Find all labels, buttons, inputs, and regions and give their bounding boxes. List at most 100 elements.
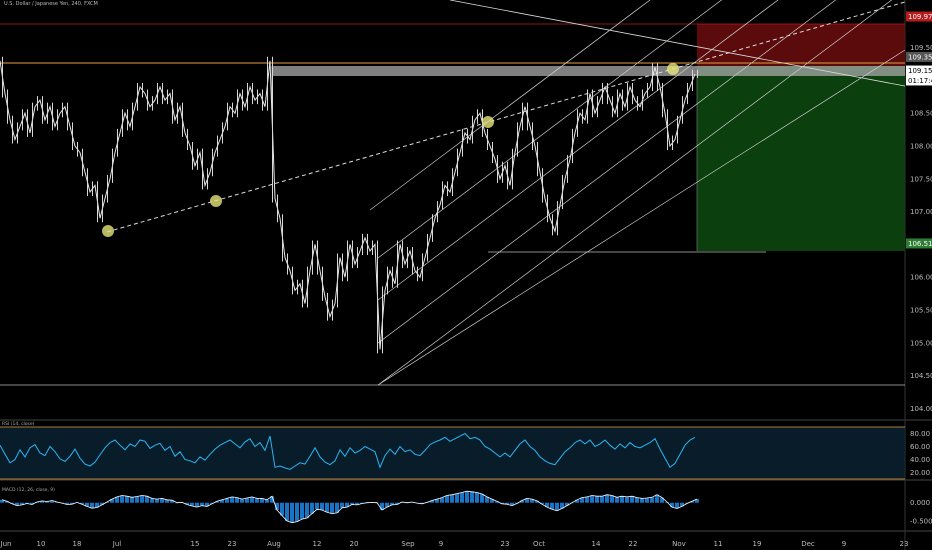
time-tick-label: 9 — [439, 540, 443, 548]
macd-bar — [140, 495, 144, 503]
macd-bar — [155, 499, 159, 503]
macd-tick-label: 0.000 — [910, 499, 930, 507]
price-tick-label: 108.000 — [910, 143, 932, 151]
chart-canvas[interactable]: 109.500109.000108.500108.000107.500107.0… — [0, 0, 932, 550]
macd-bar — [300, 502, 304, 520]
time-tick-label: 23 — [900, 540, 909, 548]
macd-bar — [305, 502, 309, 518]
rsi-tick-label: 40.00 — [910, 456, 930, 464]
macd-bar — [635, 497, 639, 503]
time-tick-label: Sep — [401, 540, 415, 548]
time-tick-label: Jun — [0, 540, 11, 548]
macd-bar — [480, 494, 484, 503]
stop-loss-zone[interactable] — [697, 24, 905, 66]
price-tag-label: 109.151 — [908, 67, 932, 75]
macd-line — [1, 490, 698, 524]
macd-bar — [620, 496, 624, 503]
swing-low-marker[interactable] — [210, 195, 222, 207]
macd-bar — [605, 494, 609, 503]
time-tick-label: 22 — [629, 540, 638, 548]
macd-bar — [130, 497, 134, 503]
time-tick-label: 12 — [313, 540, 322, 548]
resistance-zone[interactable] — [272, 66, 905, 76]
macd-bar — [120, 495, 124, 503]
time-tick-label: Aug — [267, 540, 281, 548]
time-tick-label: Oct — [533, 540, 545, 548]
price-tick-label: 104.000 — [910, 405, 932, 413]
macd-bar — [340, 502, 344, 508]
rsi-tick-label: 20.00 — [910, 469, 930, 477]
macd-bar — [600, 496, 604, 503]
macd-bar — [230, 496, 234, 503]
macd-bar — [285, 502, 289, 521]
price-tag-label: 109.358 — [908, 53, 932, 61]
macd-axis: 0.000 -0.500 — [910, 499, 932, 525]
macd-bar — [330, 502, 334, 514]
price-tag-label: 109.974 — [908, 13, 932, 21]
macd-bar — [150, 498, 154, 503]
macd-bar — [450, 494, 454, 503]
time-tick-label: 10 — [37, 540, 46, 548]
time-tick-label: 23 — [228, 540, 237, 548]
price-tick-label: 105.000 — [910, 339, 932, 347]
time-tick-label: 18 — [73, 540, 82, 548]
macd-bar — [315, 502, 319, 510]
time-tick-label: 23 — [501, 540, 510, 548]
price-tick-label: 105.500 — [910, 307, 932, 315]
swing-high-marker[interactable] — [667, 63, 679, 75]
price-axis[interactable]: 109.500109.000108.500108.000107.500107.0… — [910, 44, 932, 413]
time-tick-label: 9 — [842, 540, 846, 548]
rsi-title: RSI (14, close) — [2, 421, 35, 427]
price-tick-label: 108.500 — [910, 110, 932, 118]
price-tick-label: 107.500 — [910, 175, 932, 183]
time-tick-label: 20 — [350, 540, 359, 548]
time-axis[interactable]: Jun 10 18 Jul 15 23 Aug 12 20 Sep 9 23 Oct 14 22 Nov 11 1… — [0, 540, 908, 548]
price-tag-label: 106.515 — [908, 240, 932, 248]
macd-bar — [610, 495, 614, 503]
macd-bar — [650, 497, 654, 503]
macd-bar — [455, 493, 459, 503]
swing-low-marker[interactable] — [102, 225, 114, 237]
time-tick-label: Dec — [801, 540, 815, 548]
macd-bar — [125, 496, 129, 503]
macd-bar — [640, 498, 644, 503]
macd-bar — [135, 496, 139, 503]
macd-bar — [255, 498, 259, 503]
price-line — [0, 60, 696, 350]
macd-bar — [460, 492, 464, 503]
rsi-band — [0, 427, 905, 479]
price-tick-label: 104.500 — [910, 372, 932, 380]
macd-bar — [465, 491, 469, 503]
macd-bar — [250, 496, 254, 503]
macd-bar — [475, 492, 479, 503]
price-tick-label: 109.500 — [910, 44, 932, 52]
macd-series — [0, 490, 699, 524]
macd-bar — [295, 502, 299, 522]
price-tick-label: 106.000 — [910, 274, 932, 282]
macd-title: MACD (12, 26, close, 9) — [2, 487, 55, 493]
rsi-tick-label: 80.00 — [910, 430, 930, 438]
swing-high-marker[interactable] — [482, 116, 494, 128]
macd-bar — [325, 502, 329, 513]
macd-bar — [630, 496, 634, 503]
take-profit-zone[interactable] — [697, 66, 905, 251]
time-tick-label: 15 — [191, 540, 200, 548]
macd-bar — [670, 502, 674, 508]
time-tick-label: 19 — [753, 540, 762, 548]
price-series — [0, 56, 698, 354]
macd-bar — [590, 495, 594, 503]
time-tick-label: 14 — [592, 540, 601, 548]
time-tick-label: Nov — [672, 540, 686, 548]
macd-bar — [290, 502, 294, 523]
macd-bar — [320, 502, 324, 510]
macd-bar — [240, 499, 244, 503]
macd-bar — [555, 502, 559, 511]
macd-bar — [445, 495, 449, 503]
macd-bar — [585, 496, 589, 503]
macd-bar — [645, 498, 649, 503]
macd-bar — [625, 496, 629, 503]
price-tick-label: 107.000 — [910, 208, 932, 216]
rsi-tick-label: 60.00 — [910, 443, 930, 451]
time-tick-label: Jul — [112, 540, 122, 548]
macd-bar — [595, 496, 599, 503]
